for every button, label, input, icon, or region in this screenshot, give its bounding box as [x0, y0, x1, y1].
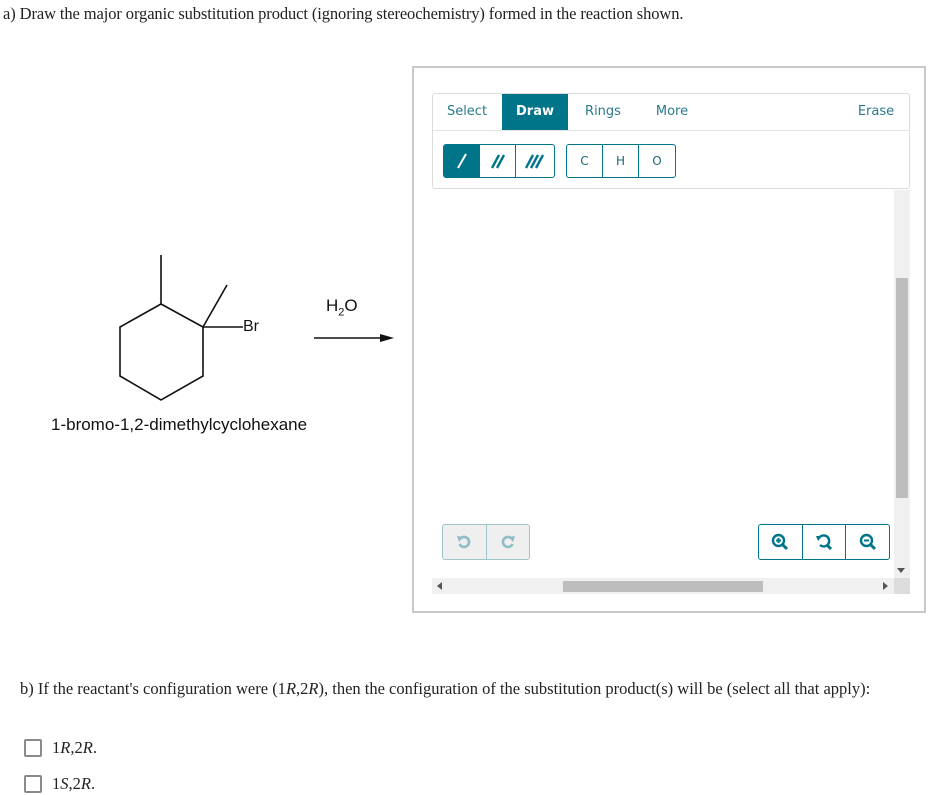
atom-oxygen-button[interactable]: O — [639, 145, 675, 177]
single-bond-button[interactable] — [444, 145, 480, 177]
undo-icon — [457, 535, 471, 549]
triple-bond-button[interactable] — [516, 145, 552, 177]
double-bond-button[interactable] — [480, 145, 516, 177]
editor-tabs: Select Draw Rings More Erase — [433, 94, 909, 131]
option-1s-2r[interactable]: 1S,2R. — [24, 774, 95, 794]
zoom-reset-button[interactable] — [803, 525, 847, 559]
zoom-out-icon — [859, 533, 876, 551]
ring-bonds — [119, 303, 204, 401]
reaction-arrow — [314, 334, 394, 342]
scrollbar-corner — [894, 578, 910, 594]
atom-carbon-button[interactable]: C — [567, 145, 603, 177]
double-bond-icon — [490, 154, 505, 169]
bromine-label: Br — [243, 318, 259, 335]
scroll-left-arrow-icon[interactable] — [437, 582, 442, 590]
horizontal-scrollbar[interactable] — [432, 578, 894, 594]
cyclohexane-ring — [119, 255, 243, 401]
horizontal-scroll-thumb[interactable] — [563, 581, 763, 592]
editor-toolbar: Select Draw Rings More Erase C H O — [432, 93, 910, 189]
history-tools — [442, 524, 530, 560]
zoom-in-button[interactable] — [759, 525, 803, 559]
bond-tools — [443, 144, 555, 178]
option-label: 1R,2R. — [52, 738, 97, 757]
vertical-scrollbar[interactable] — [894, 190, 910, 594]
atom-tools: C H O — [566, 144, 676, 178]
tab-rings[interactable]: Rings — [568, 94, 638, 130]
scroll-right-arrow-icon[interactable] — [883, 582, 888, 590]
tab-draw[interactable]: Draw — [502, 94, 568, 130]
undo-button[interactable] — [443, 525, 487, 559]
reaction-scheme — [119, 255, 394, 401]
option-1r-2r[interactable]: 1R,2R. — [24, 738, 97, 758]
triple-bond-icon — [524, 154, 545, 169]
reactant-name: 1-bromo-1,2-dimethylcyclohexane — [51, 415, 308, 434]
redo-icon — [501, 535, 515, 549]
tab-more[interactable]: More — [638, 94, 706, 130]
zoom-reset-icon — [816, 534, 833, 551]
option-checkbox[interactable] — [24, 775, 42, 793]
atom-hydrogen-button[interactable]: H — [603, 145, 639, 177]
methyl-bond-c1 — [202, 284, 228, 328]
scroll-down-arrow-icon[interactable] — [897, 568, 905, 573]
zoom-out-button[interactable] — [846, 525, 889, 559]
question-a-prompt: a) Draw the major organic substitution p… — [3, 4, 684, 23]
tab-select[interactable]: Select — [433, 94, 501, 130]
zoom-in-icon — [772, 533, 789, 551]
single-bond-icon — [456, 153, 467, 169]
zoom-tools — [758, 524, 890, 560]
reagent-label: H2O — [326, 296, 358, 319]
tab-erase[interactable]: Erase — [843, 94, 909, 130]
question-b-prompt: b) If the reactant's configuration were … — [20, 679, 871, 698]
vertical-scroll-thumb[interactable] — [896, 278, 908, 498]
option-label: 1S,2R. — [52, 774, 96, 793]
redo-button[interactable] — [487, 525, 530, 559]
option-checkbox[interactable] — [24, 739, 42, 757]
